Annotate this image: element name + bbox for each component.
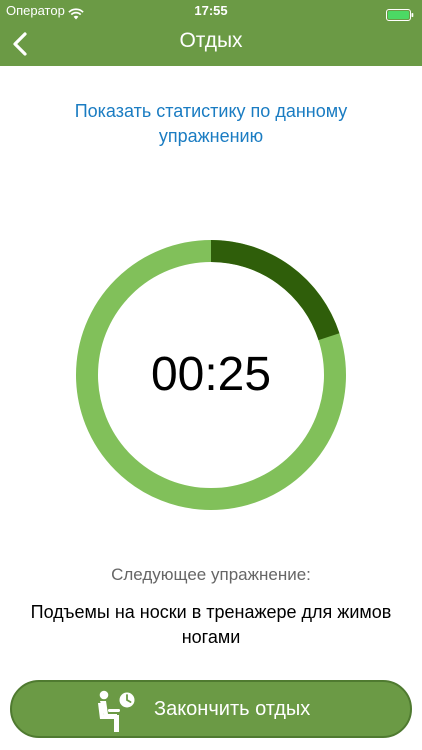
status-bar: Оператор 17:55 bbox=[0, 0, 422, 22]
top-bar: Оператор 17:55 Отдых bbox=[0, 0, 422, 66]
next-exercise-label: Следующее упражнение: bbox=[111, 565, 311, 584]
show-statistics-link[interactable]: Показать статистику по данному упражнени… bbox=[60, 99, 362, 149]
navigation-bar: Отдых bbox=[0, 22, 422, 66]
status-time: 17:55 bbox=[194, 3, 228, 18]
finish-rest-button[interactable]: Закончить отдых bbox=[10, 680, 412, 738]
resting-person-clock-icon bbox=[98, 690, 135, 732]
page-title: Отдых bbox=[179, 29, 243, 52]
timer-countdown: 00:25 bbox=[150, 348, 272, 401]
next-exercise-name: Подъемы на носки в тренажере для жимов н… bbox=[30, 602, 392, 647]
finish-rest-label: Закончить отдых bbox=[154, 698, 311, 720]
